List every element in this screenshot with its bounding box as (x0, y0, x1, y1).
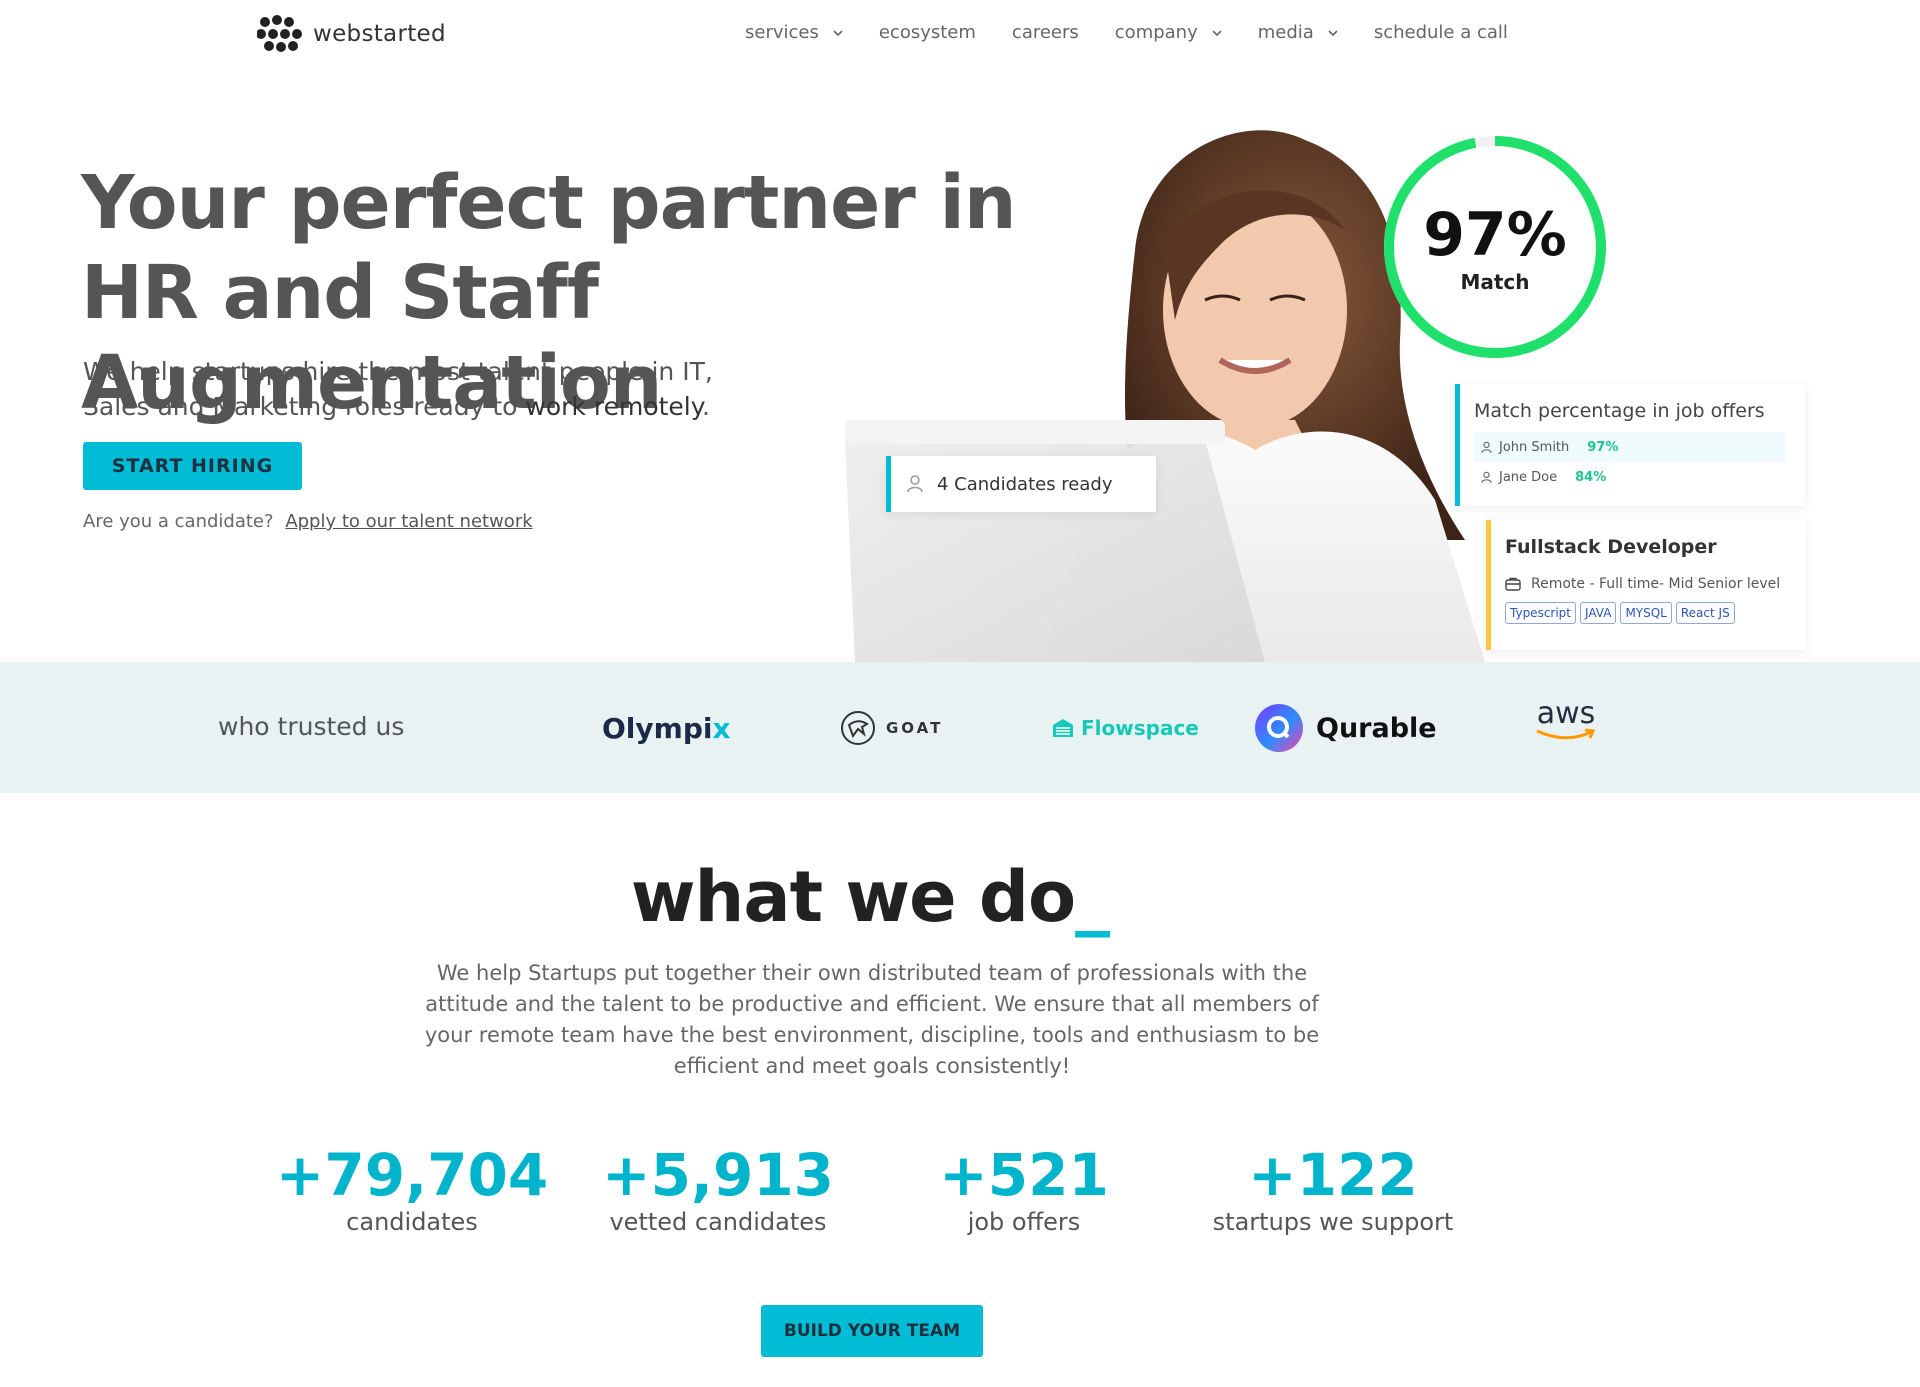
stat-candidates: +79,704 candidates (262, 1142, 562, 1236)
match-row-pct: 84% (1575, 469, 1607, 485)
nav-services[interactable]: services (745, 22, 843, 43)
job-tag: Typescript (1505, 602, 1577, 624)
webstarted-logo-icon (257, 15, 302, 52)
nav-ecosystem-label: ecosystem (878, 22, 976, 43)
match-row-name: Jane Doe (1499, 469, 1558, 485)
briefcase-icon (1505, 577, 1521, 591)
user-icon (1481, 441, 1492, 453)
olympix-x: x (712, 711, 731, 745)
chevron-down-icon (1328, 29, 1338, 36)
nav-careers-label: careers (1011, 22, 1079, 43)
job-tag: JAVA (1580, 602, 1617, 624)
goat-icon (841, 711, 875, 745)
chevron-down-icon (1212, 29, 1222, 36)
olympix-wordmark: Olympi (602, 711, 713, 745)
nav-ecosystem[interactable]: ecosystem (879, 22, 976, 43)
candidate-prompt: Are you a candidate? Apply to our talent… (83, 511, 533, 532)
job-title: Fullstack Developer (1505, 536, 1717, 558)
flowspace-icon (1053, 719, 1073, 737)
what-we-do-title-text: what we do (630, 856, 1076, 938)
hero-subtitle-end: . (701, 392, 710, 421)
stat-value: +521 (939, 1141, 1109, 1209)
flowspace-logo: Flowspace (1051, 700, 1199, 756)
job-tags: Typescript JAVA MYSQL React JS (1505, 602, 1806, 624)
match-percentage-card: Match percentage in job offers John Smit… (1455, 384, 1805, 506)
match-label: Match (1460, 270, 1530, 294)
stat-label: job offers (967, 1208, 1081, 1236)
trusted-label: who trusted us (218, 712, 405, 741)
brand-name: webstarted (313, 21, 446, 47)
title-underscore: _ (1075, 856, 1110, 938)
match-row: Jane Doe 84% (1474, 462, 1805, 492)
job-offer-card: Fullstack Developer Remote - Full time- … (1486, 520, 1806, 650)
job-meta: Remote - Full time- Mid Senior level (1505, 576, 1806, 592)
stat-job-offers: +521 job offers (874, 1142, 1174, 1236)
stat-label: startups we support (1212, 1208, 1454, 1236)
top-navigation: webstarted services ecosystem careers co… (0, 0, 1920, 70)
what-we-do-description: We help Startups put together their own … (424, 961, 1320, 1078)
nav-media-label: media (1257, 22, 1314, 43)
candidates-ready-card: 4 Candidates ready (886, 456, 1156, 512)
qurable-wordmark: Qurable (1316, 712, 1437, 744)
nav-company-label: company (1114, 22, 1198, 43)
goat-logo: GOAT (840, 700, 943, 756)
start-hiring-button[interactable]: START HIRING (83, 442, 302, 490)
hero-subtitle: We help startups hire the most talent pe… (83, 354, 723, 424)
goat-wordmark: GOAT (886, 719, 944, 737)
job-tag: React JS (1675, 602, 1735, 624)
olympix-logo: Olympi x (602, 700, 731, 756)
match-row-name: John Smith (1499, 439, 1570, 455)
stat-startups: +122 startups we support (1183, 1142, 1483, 1236)
nav-media[interactable]: media (1258, 22, 1338, 43)
stat-vetted-candidates: +5,913 vetted candidates (568, 1142, 868, 1236)
talent-network-link[interactable]: Apply to our talent network (285, 511, 532, 532)
stat-label: candidates (346, 1208, 478, 1236)
job-tag: MYSQL (1620, 602, 1672, 624)
nav-careers[interactable]: careers (1012, 22, 1079, 43)
nav-services-label: services (745, 22, 819, 43)
match-card-title: Match percentage in job offers (1474, 400, 1765, 422)
brand-logo[interactable]: webstarted (257, 14, 446, 54)
nav-company[interactable]: company (1115, 22, 1222, 43)
aws-wordmark: aws (1536, 696, 1596, 731)
main-menu: services ecosystem careers company media… (745, 22, 1544, 43)
qurable-icon (1255, 704, 1303, 752)
user-icon (1481, 471, 1492, 483)
aws-logo: aws (1535, 696, 1597, 756)
qurable-logo: Qurable (1254, 700, 1437, 756)
chevron-down-icon (833, 29, 843, 36)
user-icon (907, 475, 923, 493)
match-row-pct: 97% (1587, 439, 1619, 455)
build-your-team-button[interactable]: BUILD YOUR TEAM (761, 1305, 983, 1357)
stat-value: +5,913 (601, 1141, 835, 1209)
candidate-question: Are you a candidate? (83, 511, 274, 532)
what-we-do-title: what we do_ (0, 856, 1740, 938)
match-row: John Smith 97% (1474, 432, 1785, 462)
candidates-ready-text: 4 Candidates ready (937, 473, 1113, 495)
nav-schedule-call-label: schedule a call (1373, 22, 1508, 43)
flowspace-wordmark: Flowspace (1081, 716, 1199, 740)
aws-smile-icon (1536, 728, 1596, 740)
match-percentage: 97% (1423, 200, 1567, 270)
stat-value: +79,704 (275, 1141, 549, 1209)
nav-schedule-call[interactable]: schedule a call (1374, 22, 1508, 43)
job-meta-text: Remote - Full time- Mid Senior level (1531, 576, 1781, 592)
hero-subtitle-emphasis: work remotely (525, 392, 702, 421)
stat-label: vetted candidates (609, 1208, 827, 1236)
stat-value: +122 (1248, 1141, 1418, 1209)
